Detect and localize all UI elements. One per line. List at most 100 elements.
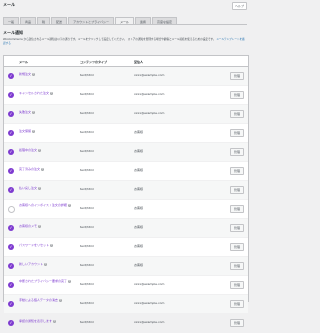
email-name: 完了済みの注文 xyxy=(19,167,41,171)
enabled-status-icon: ✓ xyxy=(8,110,14,117)
content-type: text/html xyxy=(80,320,94,324)
help-button[interactable]: ヘルプ xyxy=(231,2,247,10)
help-tip-icon[interactable]: ? xyxy=(44,263,48,266)
help-tip-icon[interactable]: ? xyxy=(38,149,42,152)
tab-3[interactable]: 配送 xyxy=(51,17,68,24)
email-name-link[interactable]: 注文保留? xyxy=(19,129,74,133)
recipient: xxxx@example.com xyxy=(134,282,165,286)
email-name: キャンセルされた注文 xyxy=(19,91,50,95)
manage-button[interactable]: 管理 xyxy=(229,318,244,327)
tab-2[interactable]: 税 xyxy=(37,17,51,24)
email-name: 失敗注文 xyxy=(19,110,32,114)
manage-button[interactable]: 管理 xyxy=(229,242,244,251)
recipient: お客様 xyxy=(134,168,144,172)
enabled-status-icon: ✓ xyxy=(8,319,14,326)
enabled-status-icon: ✓ xyxy=(8,91,14,98)
description-text: WooCommerce から送信されるメール通知は以下の通りです。メールをクリッ… xyxy=(3,38,127,41)
content-type: text/html xyxy=(80,168,94,172)
email-name-link[interactable]: 承認の通知を表示します? xyxy=(19,319,74,323)
tab-7[interactable]: 高度な設定 xyxy=(152,17,178,24)
enabled-status-icon: ✓ xyxy=(8,186,14,193)
recipient: お客様 xyxy=(134,130,144,134)
manage-button[interactable]: 管理 xyxy=(229,90,244,99)
help-tip-icon[interactable]: ? xyxy=(41,168,45,171)
manage-button[interactable]: 管理 xyxy=(229,261,244,270)
help-tip-icon[interactable]: ? xyxy=(50,244,54,247)
table-row: ✓ 処理中の注文? text/html お客様 管理 xyxy=(4,143,248,162)
email-name-link[interactable]: 完了済みの注文? xyxy=(19,167,74,171)
column-email: メール xyxy=(19,59,29,64)
content-type: text/html xyxy=(80,282,94,286)
recipient: xxxx@example.com xyxy=(134,92,165,96)
table-body: ✓ 新規注文? text/html xxxx@example.com 管理 ✓ キャンセルさ… xyxy=(4,67,248,333)
email-name: 新しいアカウント xyxy=(19,262,44,266)
column-content-type: コンテンツのタイプ xyxy=(80,59,108,64)
tab-1[interactable]: 商品 xyxy=(20,17,37,24)
help-tip-icon[interactable]: ? xyxy=(53,320,57,323)
enabled-status-icon: ✓ xyxy=(8,72,14,79)
email-name: 新規注文 xyxy=(19,72,32,76)
table-row: ✓ 完了済みの注文? text/html お客様 管理 xyxy=(4,162,248,181)
help-tip-icon[interactable]: ? xyxy=(58,299,62,302)
email-name-link[interactable]: 中断されたプライバシー要求の完了? xyxy=(19,279,74,283)
email-name-link[interactable]: お客様へのインボイス / 注文の詳細? xyxy=(19,203,74,207)
content-type: text/html xyxy=(80,206,94,210)
help-tip-icon[interactable]: ? xyxy=(32,73,36,76)
content-type: text/html xyxy=(80,263,94,267)
page-title: メール xyxy=(3,2,15,7)
manage-button[interactable]: 管理 xyxy=(229,109,244,118)
email-name-link[interactable]: 新規注文? xyxy=(19,72,74,76)
email-name-link[interactable]: お客様のメモ? xyxy=(19,224,74,228)
recipient: xxxx@example.com xyxy=(134,111,165,115)
enabled-status-icon: ✓ xyxy=(8,148,14,155)
enabled-status-icon: ✓ xyxy=(8,243,14,250)
manage-button[interactable]: 管理 xyxy=(229,185,244,194)
enabled-status-icon: ✓ xyxy=(8,129,14,136)
help-tip-icon[interactable]: ? xyxy=(38,187,42,190)
help-tip-icon[interactable]: ? xyxy=(67,280,71,283)
table-row: ✓ 注文保留? text/html お客様 管理 xyxy=(4,124,248,143)
recipient: xxxx@example.com xyxy=(134,73,165,77)
tab-4[interactable]: アカウントとプライバシー xyxy=(68,17,115,24)
help-tip-icon[interactable]: ? xyxy=(38,225,42,228)
enabled-status-icon: ✓ xyxy=(8,167,14,174)
recipient: お客様 xyxy=(134,263,144,267)
column-recipient: 受信人 xyxy=(134,59,144,64)
manage-button[interactable]: 管理 xyxy=(229,204,244,213)
email-name-link[interactable]: キャンセルされた注文? xyxy=(19,91,74,95)
tab-0[interactable]: 一般 xyxy=(3,17,20,24)
help-tip-icon[interactable]: ? xyxy=(32,111,36,114)
email-name-link[interactable]: 処理中の注文? xyxy=(19,148,74,152)
recipient: お客様 xyxy=(134,206,144,210)
content-type: text/html xyxy=(80,111,94,115)
email-name-link[interactable]: 失敗注文? xyxy=(19,110,74,114)
tab-6[interactable]: 連携 xyxy=(135,17,152,24)
manage-button[interactable]: 管理 xyxy=(229,280,244,289)
table-row: ✓ 承認の通知を表示します? text/html xxxx@example.com 管理 xyxy=(4,314,248,333)
email-name-link[interactable]: パスワードをリセット? xyxy=(19,243,74,247)
recipient: お客様 xyxy=(134,187,144,191)
email-name-link[interactable]: 払い戻し注文? xyxy=(19,186,74,190)
settings-tabs: 一般 商品税配送 アカウントとプライバシー メール 連携 高度な設定 xyxy=(3,17,178,24)
email-name: 承認の通知を表示します xyxy=(19,319,53,323)
manage-button[interactable]: 管理 xyxy=(229,223,244,232)
tab-5[interactable]: メール xyxy=(115,17,135,24)
email-notifications-table: メール コンテンツのタイプ 受信人 ✓ 新規注文? text/html xxxx@ex… xyxy=(3,55,249,333)
manage-button[interactable]: 管理 xyxy=(229,147,244,156)
content-type: text/html xyxy=(80,149,94,153)
recipient: お客様 xyxy=(134,149,144,153)
recipient: お客様 xyxy=(134,244,144,248)
manage-button[interactable]: 管理 xyxy=(229,71,244,80)
disabled-status-icon xyxy=(8,205,15,213)
help-tip-icon[interactable]: ? xyxy=(50,92,54,95)
help-tip-icon[interactable]: ? xyxy=(67,204,71,207)
manage-button[interactable]: 管理 xyxy=(229,128,244,137)
table-row: ✓ パスワードをリセット? text/html お客様 管理 xyxy=(4,238,248,257)
manage-button[interactable]: 管理 xyxy=(229,166,244,175)
help-tip-icon[interactable]: ? xyxy=(32,130,36,133)
recipient: xxxx@example.com xyxy=(134,320,165,324)
email-name-link[interactable]: 新しいアカウント? xyxy=(19,262,74,266)
manage-button[interactable]: 管理 xyxy=(229,299,244,308)
email-name: お客様のメモ xyxy=(19,224,38,228)
enabled-status-icon: ✓ xyxy=(8,300,14,307)
